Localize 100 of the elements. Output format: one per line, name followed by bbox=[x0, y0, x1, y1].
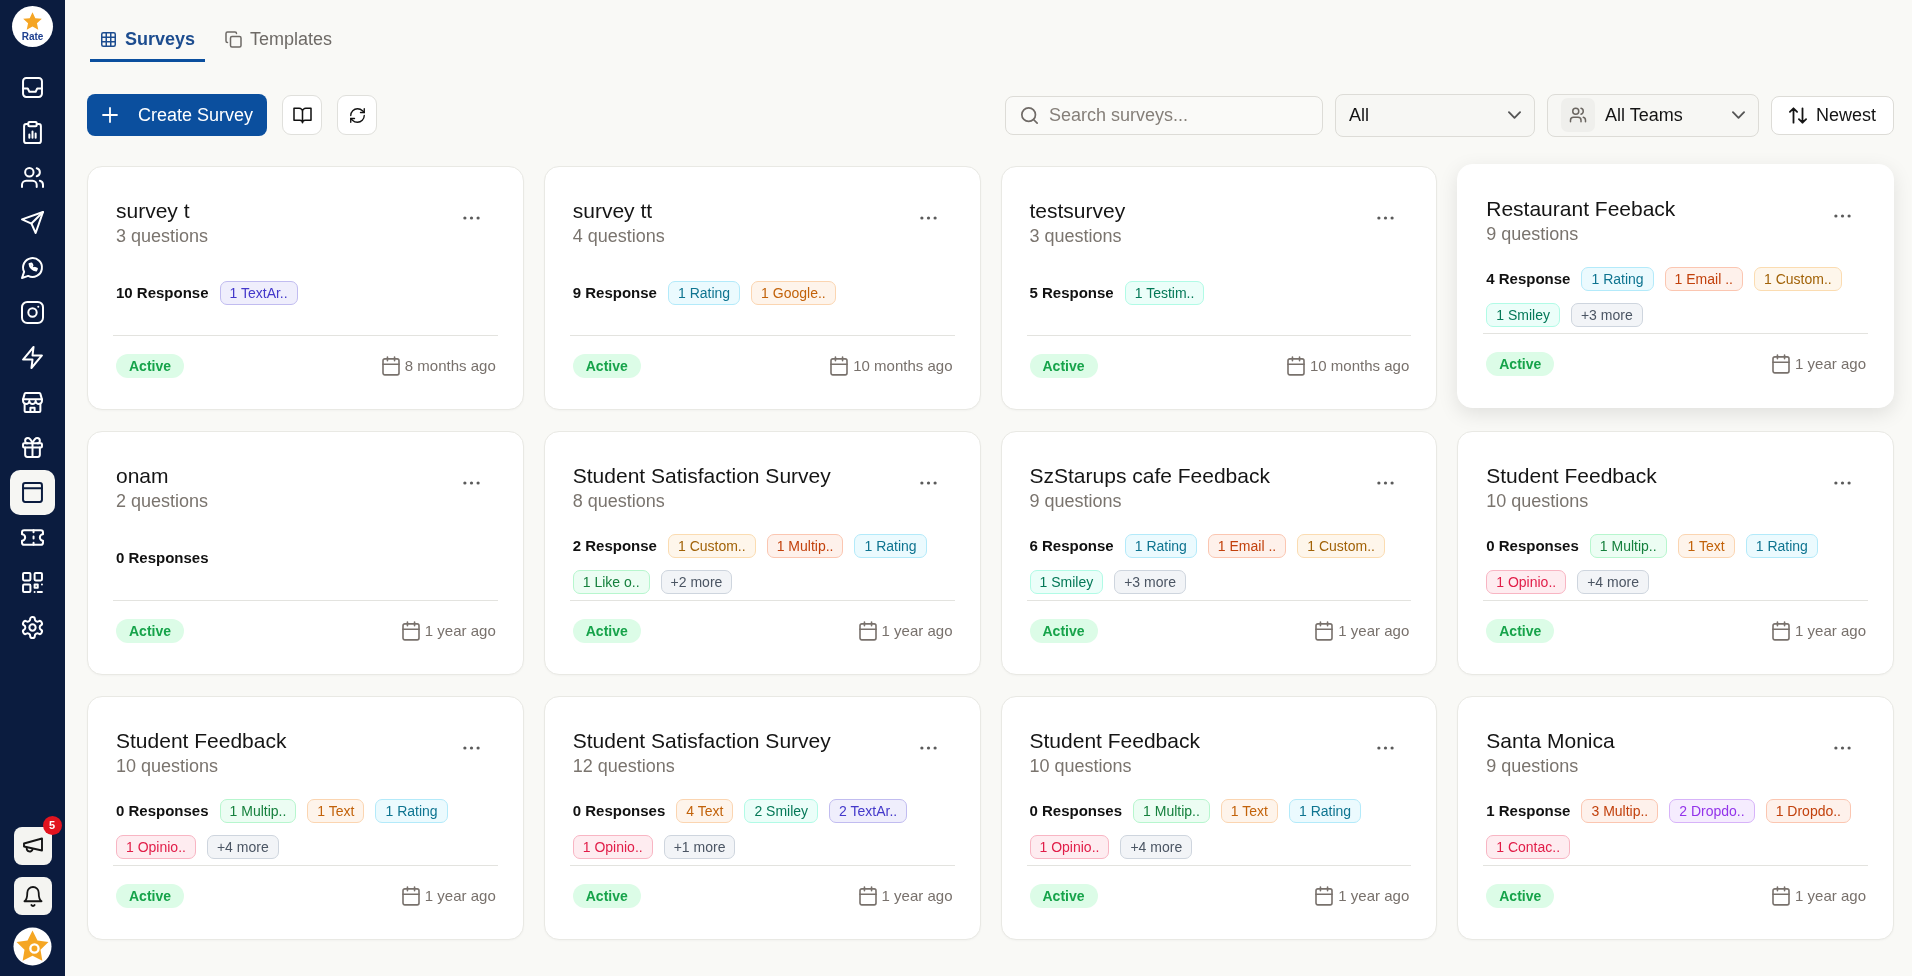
sort-button[interactable]: Newest bbox=[1771, 95, 1894, 135]
bell-icon bbox=[22, 886, 43, 906]
more-icon bbox=[1833, 746, 1851, 750]
question-count: 10 questions bbox=[116, 755, 220, 778]
calendar-icon bbox=[859, 622, 876, 640]
updated-date: 1 year ago bbox=[1795, 621, 1866, 641]
response-count: 0 Responses bbox=[116, 801, 209, 821]
question-tag: 1 Rating bbox=[1124, 534, 1197, 558]
survey-card[interactable]: SzStarups cafe Feedback 9 questions 6 Response 1 Rating 1 Email .. 1 Custom.. 1 Smiley +3 more Active 1 year ago bbox=[1000, 431, 1438, 675]
logo-text: Rate bbox=[21, 30, 44, 42]
calendar-icon bbox=[1288, 357, 1304, 375]
survey-card[interactable]: testsurvey 3 questions 5 Response 1 Testim.. Active 10 months ago bbox=[1000, 166, 1438, 410]
response-count: 2 Response bbox=[572, 536, 657, 556]
grid-icon bbox=[101, 31, 116, 47]
question-count: 3 questions bbox=[116, 225, 210, 248]
question-tag: 1 Smiley bbox=[1486, 303, 1560, 327]
view-tab[interactable]: Templates bbox=[215, 19, 343, 62]
send-icon bbox=[22, 212, 43, 233]
more-icon bbox=[1376, 481, 1394, 485]
team-filter-dropdown[interactable]: All Teams bbox=[1547, 93, 1759, 137]
status-badge: Active bbox=[572, 619, 641, 643]
question-tag: 1 Testim.. bbox=[1124, 281, 1205, 305]
survey-card[interactable]: Student Feedback 10 questions 0 Responses 1 Multip.. 1 Text 1 Rating 1 Opinio.. +4 more Active 1 year ago bbox=[1457, 431, 1894, 675]
survey-title: survey tt bbox=[572, 198, 654, 224]
status-badge: Active bbox=[116, 354, 185, 378]
survey-card[interactable]: survey t 3 questions 10 Response 1 TextAr.. Active 8 months ago bbox=[87, 166, 524, 410]
question-tag: 1 Custom.. bbox=[1753, 267, 1842, 291]
updated-date: 1 year ago bbox=[424, 621, 496, 641]
question-tag: 1 Rating bbox=[1581, 267, 1654, 291]
view-tab[interactable]: Surveys bbox=[90, 19, 206, 62]
search-field[interactable]: Search surveys... bbox=[1005, 95, 1323, 135]
more-icon bbox=[463, 481, 481, 485]
chevron-down-icon bbox=[1732, 111, 1745, 119]
calendar-icon bbox=[831, 357, 848, 375]
question-count: 8 questions bbox=[572, 490, 666, 513]
status-badge: Active bbox=[116, 884, 185, 908]
survey-title: survey t bbox=[116, 198, 191, 224]
survey-title: Student Satisfaction Survey bbox=[572, 463, 832, 489]
question-tag: 1 TextAr.. bbox=[219, 281, 298, 305]
survey-card[interactable]: Student Satisfaction Survey 12 questions 0 Responses 4 Text 2 Smiley 2 TextAr.. 1 Opinio.. +1 more Active 1 year ago bbox=[543, 696, 981, 940]
announcements-button[interactable] bbox=[13, 827, 52, 865]
lightning-icon bbox=[22, 347, 43, 368]
question-count: 4 questions bbox=[572, 225, 666, 248]
question-tag: 1 Opinio.. bbox=[1486, 570, 1567, 594]
sidebar-nav-button[interactable] bbox=[10, 470, 55, 515]
response-count: 6 Response bbox=[1029, 536, 1114, 556]
response-count: 0 Responses bbox=[1486, 536, 1579, 556]
chevron-down-icon bbox=[1508, 111, 1521, 119]
question-tag: +1 more bbox=[663, 835, 736, 859]
survey-card[interactable]: Restaurant Feeback 9 questions 4 Response 1 Rating 1 Email .. 1 Custom.. 1 Smiley +3 more Active 1 year ago bbox=[1457, 164, 1894, 408]
more-icon bbox=[463, 216, 481, 220]
question-count: 12 questions bbox=[572, 755, 676, 778]
inbox-icon bbox=[22, 77, 43, 98]
status-badge: Active bbox=[1486, 884, 1555, 908]
calendar-icon bbox=[1316, 887, 1333, 905]
question-tag: 1 Multip.. bbox=[1133, 799, 1210, 823]
refresh-button[interactable] bbox=[337, 95, 378, 135]
survey-card[interactable]: survey tt 4 questions 9 Response 1 Rating 1 Google.. Active 10 months ago bbox=[543, 166, 981, 410]
settings-icon bbox=[22, 617, 43, 638]
survey-card[interactable]: onam 2 questions 0 Responses Active 1 year ago bbox=[87, 431, 524, 675]
question-tag: 1 Text bbox=[1677, 534, 1735, 558]
question-tag: 1 Multip.. bbox=[766, 534, 844, 558]
store-icon bbox=[22, 392, 43, 413]
ticket-icon bbox=[22, 527, 43, 548]
question-tag: 1 Opinio.. bbox=[1029, 835, 1110, 859]
window-icon bbox=[22, 482, 43, 503]
question-count: 9 questions bbox=[1029, 490, 1123, 513]
book-icon bbox=[293, 107, 311, 123]
plus-icon bbox=[103, 108, 117, 122]
status-badge: Active bbox=[1029, 619, 1098, 643]
question-tag: 1 Rating bbox=[375, 799, 448, 823]
question-count: 9 questions bbox=[1486, 755, 1580, 778]
survey-card[interactable]: Santa Monica 9 questions 1 Response 3 Multip.. 2 Dropdo.. 1 Dropdo.. 1 Contac.. Active 1 year ago bbox=[1457, 696, 1894, 940]
more-icon bbox=[1833, 481, 1851, 485]
updated-date: 1 year ago bbox=[424, 886, 496, 906]
question-tag: 1 Opinio.. bbox=[572, 835, 653, 859]
question-tag: 1 Smiley bbox=[1029, 570, 1104, 594]
survey-title: Santa Monica bbox=[1486, 728, 1616, 754]
calendar-icon bbox=[402, 887, 419, 905]
updated-date: 8 months ago bbox=[404, 356, 496, 376]
updated-date: 1 year ago bbox=[1795, 354, 1866, 374]
survey-card[interactable]: Student Satisfaction Survey 8 questions 2 Response 1 Custom.. 1 Multip.. 1 Rating 1 Like o.. +2 more Active 1 year ago bbox=[543, 431, 981, 675]
notifications-button[interactable] bbox=[13, 877, 52, 915]
book-button[interactable] bbox=[282, 95, 323, 135]
question-tag: 4 Text bbox=[676, 799, 734, 823]
question-tag: 1 Contac.. bbox=[1486, 835, 1571, 859]
status-badge: Active bbox=[1029, 884, 1098, 908]
create-survey-button[interactable]: Create Survey bbox=[87, 94, 268, 136]
calendar-icon bbox=[1773, 622, 1790, 640]
updated-date: 1 year ago bbox=[1795, 886, 1866, 906]
calendar-icon bbox=[859, 887, 876, 905]
survey-card[interactable]: Student Feedback 10 questions 0 Responses 1 Multip.. 1 Text 1 Rating 1 Opinio.. +4 more Active 1 year ago bbox=[87, 696, 524, 940]
status-badge: Active bbox=[572, 884, 641, 908]
survey-card[interactable]: Student Feedback 10 questions 0 Responses 1 Multip.. 1 Text 1 Rating 1 Opinio.. +4 more Active 1 year ago bbox=[1000, 696, 1438, 940]
status-filter-dropdown[interactable]: All bbox=[1335, 93, 1535, 137]
updated-date: 10 months ago bbox=[853, 356, 953, 376]
search-icon bbox=[1021, 106, 1038, 124]
gift-icon bbox=[22, 437, 43, 458]
updated-date: 1 year ago bbox=[881, 621, 953, 641]
star-avatar-icon[interactable] bbox=[13, 927, 52, 966]
